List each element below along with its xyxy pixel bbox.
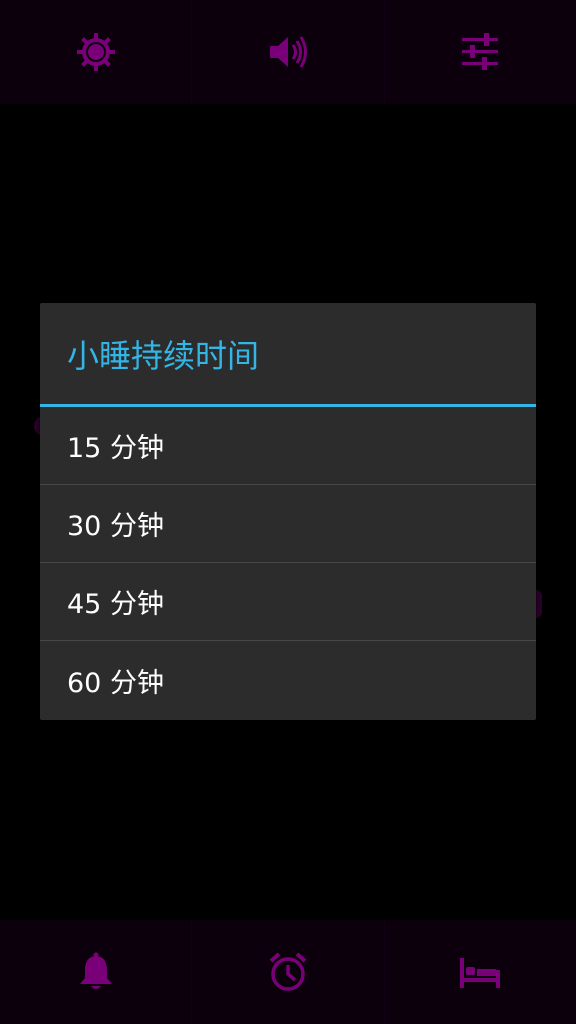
bell-icon [79,952,112,989]
duration-option-15[interactable]: 15 分钟 [40,407,536,485]
sleep-button[interactable] [385,920,576,1024]
alarm-clock-icon [269,952,307,991]
top-toolbar [0,0,576,104]
snooze-duration-dialog: 小睡持续时间 15 分钟 30 分钟 45 分钟 60 分钟 [40,303,536,720]
duration-options-list: 15 分钟 30 分钟 45 分钟 60 分钟 [40,407,536,719]
brightness-icon [76,33,115,71]
duration-option-30[interactable]: 30 分钟 [40,485,536,563]
app-screen: 小睡持续时间 15 分钟 30 分钟 45 分钟 60 分钟 [0,0,576,1024]
duration-option-45[interactable]: 45 分钟 [40,563,536,641]
bed-icon [460,958,501,988]
volume-button[interactable] [192,0,385,104]
settings-sliders-icon [462,33,499,70]
dialog-title: 小睡持续时间 [40,303,536,407]
alarm-bell-button[interactable] [0,920,193,1024]
brightness-button[interactable] [0,0,193,104]
duration-option-60[interactable]: 60 分钟 [40,641,536,719]
settings-button[interactable] [385,0,576,104]
bottom-navigation [0,920,576,1024]
clock-button[interactable] [192,920,385,1024]
volume-icon [269,36,307,68]
